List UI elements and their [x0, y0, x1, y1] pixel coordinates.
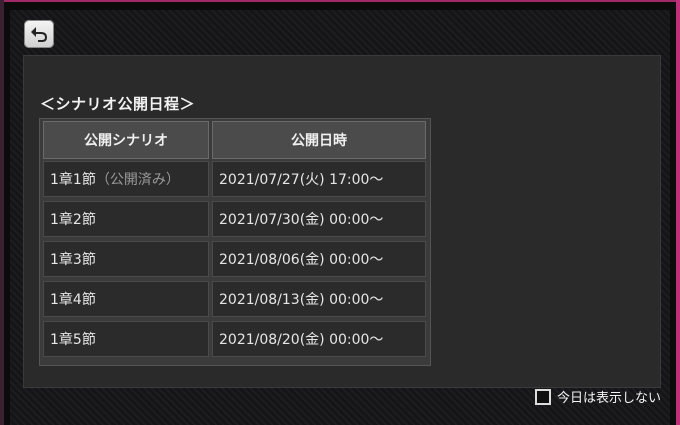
schedule-panel: ＜シナリオ公開日程＞ 公開シナリオ 公開日時 1章1節 （公開済み） 2021/0… — [23, 55, 661, 388]
cell-datetime-3: 2021/08/06(金) 00:00〜 — [212, 241, 426, 277]
window-frame-top — [0, 0, 680, 2]
scenario-label: 1章1節 — [50, 172, 96, 188]
dont-show-today-label: 今日は表示しない — [556, 391, 661, 406]
cell-scenario-1: 1章1節 （公開済み） — [43, 161, 209, 197]
cell-datetime-5: 2021/08/20(金) 00:00〜 — [212, 321, 426, 357]
scenario-status: （公開済み） — [95, 172, 180, 188]
dont-show-today-checkbox[interactable] — [534, 388, 551, 405]
dont-show-today-toggle[interactable]: 今日は表示しない — [534, 387, 661, 406]
header-scenario: 公開シナリオ — [43, 121, 209, 159]
cell-datetime-1: 2021/07/27(火) 17:00〜 — [212, 161, 426, 197]
window-frame-left — [0, 0, 4, 425]
cell-datetime-2: 2021/07/30(金) 00:00〜 — [212, 201, 426, 237]
back-button[interactable] — [24, 20, 54, 48]
window-frame-right — [676, 0, 680, 425]
schedule-modal: ＜シナリオ公開日程＞ 公開シナリオ 公開日時 1章1節 （公開済み） 2021/0… — [10, 10, 670, 425]
back-arrow-icon — [31, 27, 47, 42]
section-title: ＜シナリオ公開日程＞ — [40, 95, 196, 113]
cell-datetime-4: 2021/08/13(金) 00:00〜 — [212, 281, 426, 317]
header-datetime: 公開日時 — [212, 121, 426, 159]
schedule-table: 公開シナリオ 公開日時 1章1節 （公開済み） 2021/07/27(火) 17:… — [39, 118, 431, 366]
cell-scenario-5: 1章5節 — [43, 321, 209, 357]
cell-scenario-2: 1章2節 — [43, 201, 209, 237]
cell-scenario-3: 1章3節 — [43, 241, 209, 277]
cell-scenario-4: 1章4節 — [43, 281, 209, 317]
